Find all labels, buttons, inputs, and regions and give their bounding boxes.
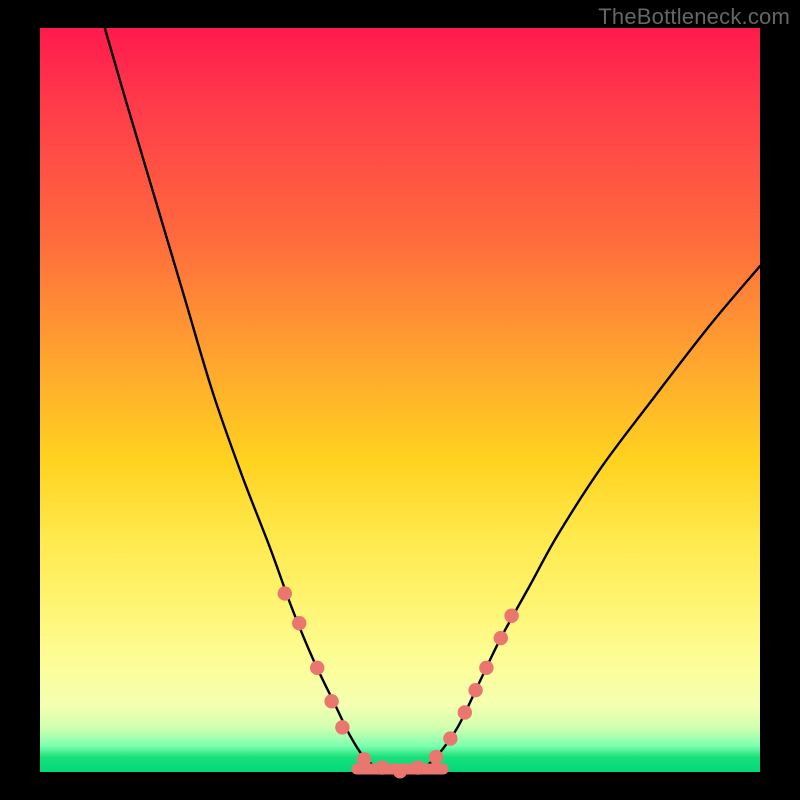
highlight-dot <box>443 731 457 745</box>
highlight-dot <box>324 694 338 708</box>
bottleneck-curve <box>105 28 760 772</box>
highlight-dot <box>393 764 407 778</box>
highlight-dot <box>468 683 482 697</box>
highlight-dot <box>504 609 518 623</box>
highlight-dot <box>494 631 508 645</box>
highlight-dot <box>458 705 472 719</box>
highlight-dot <box>357 752 371 766</box>
highlight-dot <box>310 661 324 675</box>
highlight-dot <box>292 616 306 630</box>
highlight-dot <box>411 760 425 774</box>
curve-layer <box>40 28 760 772</box>
watermark-text: TheBottleneck.com <box>598 4 790 30</box>
highlight-dot <box>479 661 493 675</box>
plot-area <box>40 28 760 772</box>
highlight-dot <box>335 720 349 734</box>
highlight-dot <box>375 760 389 774</box>
highlight-dot <box>278 586 292 600</box>
highlight-dots <box>278 586 519 778</box>
highlight-dot <box>429 750 443 764</box>
chart-frame: TheBottleneck.com <box>0 0 800 800</box>
